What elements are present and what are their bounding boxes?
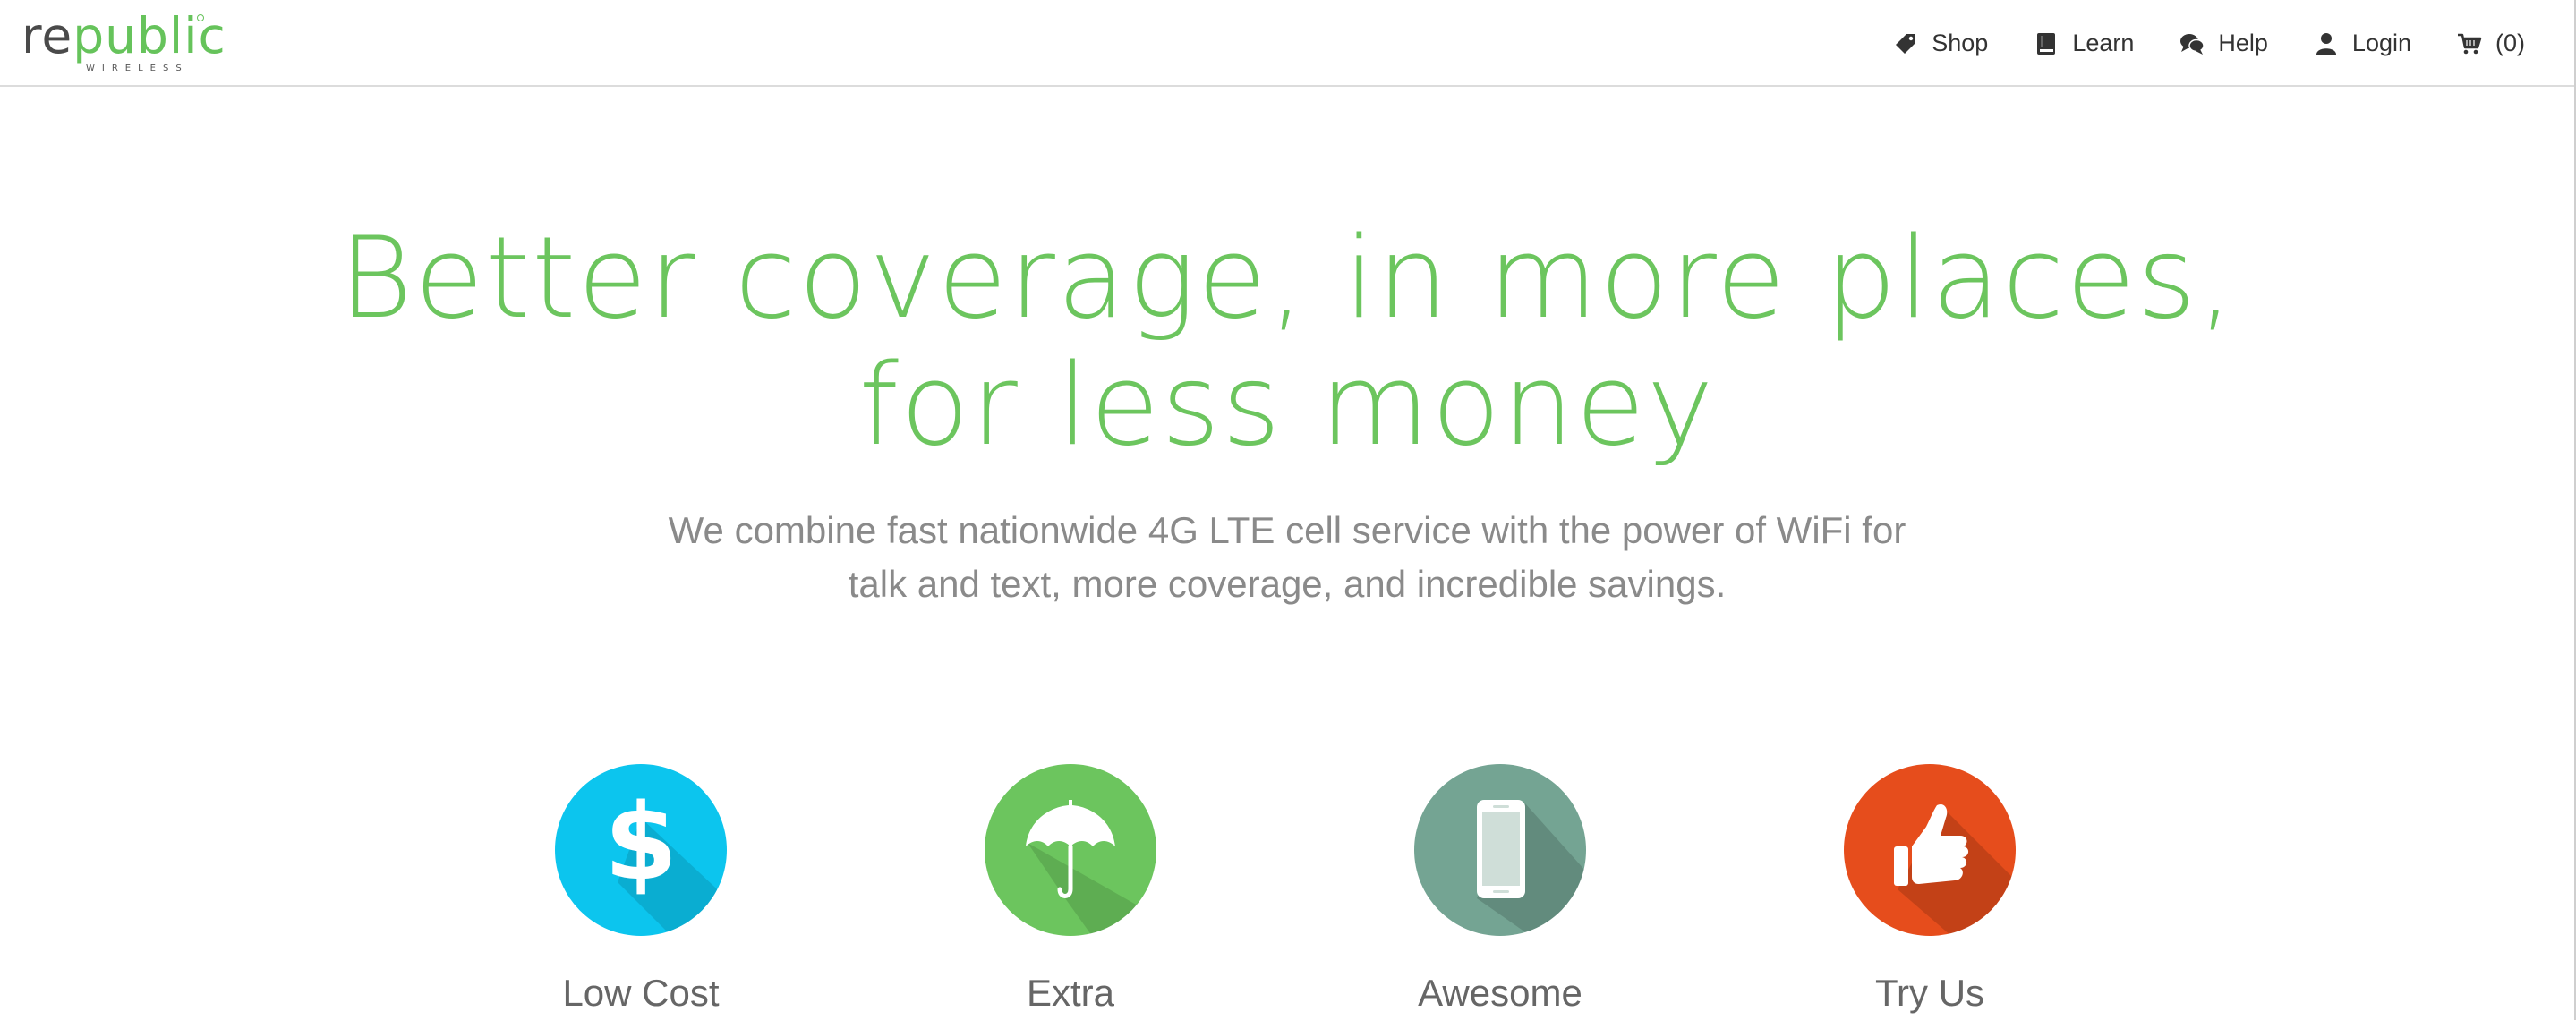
feature-extra-circle[interactable] (985, 764, 1156, 936)
nav-shop[interactable]: Shop (1892, 30, 1988, 57)
feature-try-us-label[interactable]: Try Us (1796, 972, 2064, 1015)
feature-awesome-label[interactable]: Awesome (1366, 972, 1634, 1015)
hero-title: Better coverage, in more places, for les… (0, 215, 2574, 469)
user-icon (2313, 30, 2340, 57)
logo-word-dark: re (21, 7, 73, 64)
feature-awesome: Awesome (1366, 764, 1634, 1015)
chat-bubbles-icon (2179, 30, 2205, 57)
hero-subtitle-line1: We combine fast nationwide 4G LTE cell s… (668, 509, 1906, 551)
nav-shop-label: Shop (1932, 30, 1989, 56)
hero-title-line2: for less money (858, 339, 1716, 471)
hero-title-line1: Better coverage, in more places, (338, 212, 2236, 344)
feature-extra: Extra (936, 764, 1205, 1015)
phone-icon (1477, 800, 1586, 936)
logo-wordmark: republic (21, 9, 226, 63)
nav-learn[interactable]: Learn (2033, 30, 2134, 57)
registered-mark-icon (197, 14, 204, 21)
nav-help[interactable]: Help (2179, 30, 2268, 57)
hero-subtitle: We combine fast nationwide 4G LTE cell s… (0, 504, 2574, 611)
feature-low-cost-circle[interactable]: $ (555, 764, 727, 936)
tag-icon (1892, 30, 1919, 57)
cart-icon (2456, 30, 2483, 57)
site-header: republic WIRELESS Shop Learn Help Login … (0, 0, 2574, 87)
dollar-icon: $ (604, 780, 727, 936)
nav-login-label: Login (2351, 30, 2411, 56)
nav-login[interactable]: Login (2313, 30, 2411, 57)
feature-awesome-circle[interactable] (1414, 764, 1586, 936)
page: republic WIRELESS Shop Learn Help Login … (0, 0, 2576, 1020)
svg-text:$: $ (604, 780, 678, 904)
nav-cart[interactable]: (0) (2456, 30, 2525, 57)
feature-try-us-circle[interactable] (1844, 764, 2016, 936)
cart-count: (0) (2495, 30, 2525, 56)
feature-low-cost-label[interactable]: Low Cost (507, 972, 775, 1015)
feature-try-us: Try Us (1796, 764, 2064, 1015)
thumbs-up-icon (1894, 803, 2016, 936)
nav-help-label: Help (2218, 30, 2268, 56)
hero-subtitle-line2: talk and text, more coverage, and incred… (848, 563, 1727, 605)
main-nav: Shop Learn Help Login (0) (1892, 0, 2525, 87)
book-icon (2033, 30, 2060, 57)
feature-extra-label[interactable]: Extra (936, 972, 1205, 1015)
republic-wireless-logo[interactable]: republic WIRELESS (21, 9, 226, 73)
feature-low-cost: $ Low Cost (507, 764, 775, 1015)
umbrella-icon (1026, 800, 1156, 936)
logo-subtitle: WIRELESS (86, 64, 189, 73)
nav-learn-label: Learn (2072, 30, 2135, 56)
